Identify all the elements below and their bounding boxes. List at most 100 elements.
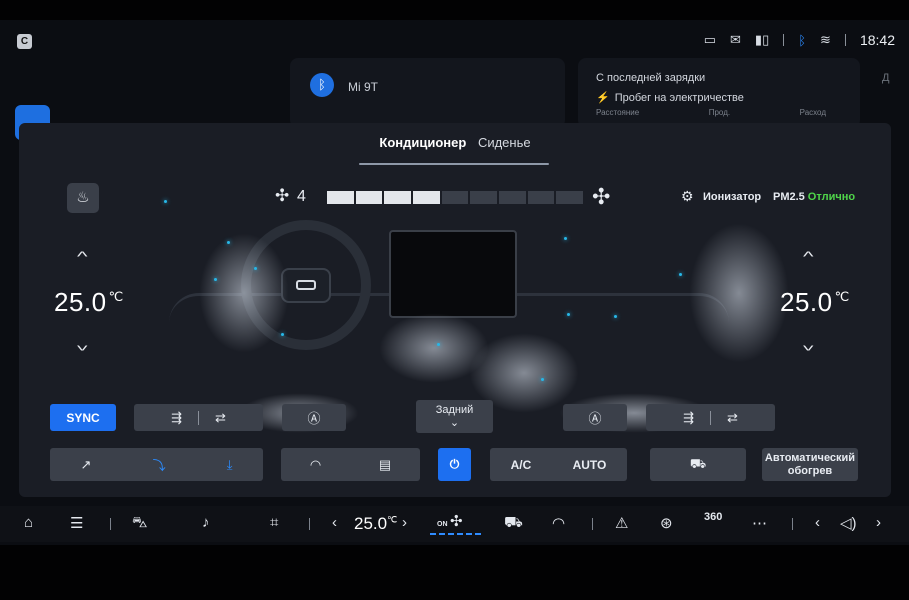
trip-column-label: Расстояние <box>596 108 640 117</box>
pm25-status: Отлично <box>807 191 856 203</box>
front-defrost-icon[interactable]: ◠ <box>310 457 321 473</box>
airflow-body-icon[interactable]: ⤵ <box>153 455 166 474</box>
vent-swing-icon: ⇄ <box>727 409 738 425</box>
car-recirculation-icon[interactable]: ⛟ <box>504 514 523 533</box>
vent-face-icon: ⇶ <box>171 409 182 425</box>
more-apps-icon[interactable]: ⋯ <box>752 514 767 532</box>
right-temp-up-icon[interactable]: ^ <box>803 248 814 264</box>
status-divider <box>783 34 785 46</box>
apps-icon[interactable]: ☰ <box>70 514 83 532</box>
left-temp-up-icon[interactable]: ^ <box>77 248 88 264</box>
trip-column-label: Прод. <box>708 108 731 117</box>
right-vent-mode-button[interactable]: ⇶ ⇄ <box>646 404 775 431</box>
rear-defrost-icon[interactable]: ▤ <box>379 457 391 473</box>
dock-divider <box>110 518 111 530</box>
fan-on-label: ON <box>437 521 448 528</box>
center-display <box>389 230 517 318</box>
volume-decrease-icon[interactable]: ‹ <box>815 514 820 531</box>
ion-particle <box>164 200 167 203</box>
ion-particle <box>567 313 570 316</box>
bezel-bottom <box>0 545 909 600</box>
message-icon[interactable]: ✉ <box>730 32 741 48</box>
fan-icon[interactable]: ✣ <box>450 512 463 530</box>
trip-column-label: Расход <box>799 108 826 117</box>
camera-360-icon[interactable]: 360 <box>704 511 722 523</box>
fan-speed-segment[interactable] <box>355 191 383 204</box>
volume-icon[interactable]: ◁) <box>840 514 857 532</box>
ion-particle <box>541 378 544 381</box>
volume-increase-icon[interactable]: › <box>876 514 881 531</box>
dock-divider <box>309 518 310 530</box>
power-button[interactable]: ⏻ <box>438 448 471 481</box>
ion-particle <box>254 267 257 270</box>
left-auto-vent-button[interactable]: Ⓐ <box>282 404 346 431</box>
right-temp-down-icon[interactable]: ^ <box>803 338 814 354</box>
music-icon[interactable]: ♪ <box>202 514 210 531</box>
ion-particle <box>227 241 230 244</box>
pm25-indicator: PM2.5 Отлично <box>773 191 855 203</box>
right-temperature: 25.0 ℃ <box>780 287 850 317</box>
wifi-off-icon: ≋ <box>820 32 831 47</box>
dock-temperature: 25.0℃ <box>354 514 398 533</box>
ionizer-icon[interactable]: ⚙ <box>681 188 694 205</box>
rear-climate-button[interactable]: Задний ⌄ <box>416 400 493 433</box>
heated-steering-wheel-button[interactable]: ♨ <box>67 183 99 213</box>
fan-speed-segment[interactable] <box>527 191 555 204</box>
fan-speed-segment[interactable] <box>499 191 526 204</box>
clock: 18:42 <box>859 32 895 48</box>
hazard-icon[interactable]: ⚠ <box>615 514 628 532</box>
tab-seat[interactable]: Сиденье <box>478 135 531 156</box>
tab-air-conditioner[interactable]: Кондиционер <box>379 135 466 156</box>
left-temp-down-icon[interactable]: ^ <box>77 338 88 354</box>
airflow-face-icon[interactable]: ↗ <box>81 457 92 473</box>
home-icon[interactable]: ⌂ <box>24 514 33 531</box>
front-defrost-icon[interactable]: ◠ <box>552 514 565 532</box>
fan-speed-segment[interactable] <box>470 191 498 204</box>
ac-auto-group: A/C AUTO <box>490 448 627 481</box>
trip-columns: Расстояние Прод. Расход <box>596 108 826 117</box>
auto-heating-button[interactable]: Автоматический обогрев <box>762 448 858 481</box>
tab-underline <box>359 163 549 165</box>
right-auto-vent-button[interactable]: Ⓐ <box>563 404 627 431</box>
app-badge-icon[interactable]: C <box>17 34 32 49</box>
climate-panel: Кондиционер Сиденье ♨ ✣ 4 ✣ ⚙ Ионизатор … <box>19 123 891 497</box>
status-bar: C ▭ ✉ ▮▯ ᛒ ≋ 18:42 <box>0 30 909 56</box>
ion-particle <box>281 333 284 336</box>
ion-particle <box>679 273 682 276</box>
temp-decrease-icon[interactable]: ‹ <box>332 514 337 531</box>
fan-active-indicator <box>430 533 484 535</box>
trip-subtitle: ⚡ Пробег на электричестве <box>596 92 744 104</box>
auto-button[interactable]: AUTO <box>573 458 607 472</box>
sync-button[interactable]: SYNC <box>50 404 116 431</box>
auto-vent-icon: Ⓐ <box>588 411 602 426</box>
left-vent-mode-button[interactable]: ⇶ ⇄ <box>134 404 263 431</box>
pm25-label: PM2.5 <box>773 191 805 203</box>
fan-large-icon[interactable]: ✣ <box>592 184 610 210</box>
battery-icon: ▮▯ <box>754 32 770 47</box>
fan-speed-segment[interactable] <box>413 191 440 204</box>
fan-speed-slider[interactable] <box>327 191 584 204</box>
vehicle-icon[interactable]: ⛍ <box>132 514 147 533</box>
ion-particle <box>614 315 617 318</box>
ionizer-label[interactable]: Ионизатор <box>703 191 761 203</box>
fan-speed-segment[interactable] <box>327 191 354 204</box>
grid-settings-icon[interactable]: ⌗ <box>270 514 278 531</box>
vent-swing-icon: ⇄ <box>215 409 226 425</box>
climate-tabs: Кондиционер Сиденье <box>19 135 891 156</box>
recirculation-button[interactable]: ⛟ <box>650 448 746 481</box>
fan-speed-segment[interactable] <box>384 191 412 204</box>
airflow-feet-icon[interactable]: ⤓ <box>227 457 233 473</box>
bluetooth-icon[interactable]: ᛒ <box>798 33 806 48</box>
defrost-group: ◠ ▤ <box>281 448 420 481</box>
steering-icon[interactable]: ⊛ <box>660 514 673 532</box>
bluetooth-card[interactable] <box>290 58 565 128</box>
ac-button[interactable]: A/C <box>511 458 532 472</box>
dashcam-icon[interactable]: ▭ <box>704 32 716 48</box>
status-divider <box>844 34 846 46</box>
fan-speed-segment[interactable] <box>556 191 584 204</box>
bezel-top <box>0 0 909 20</box>
temp-increase-icon[interactable]: › <box>402 514 407 531</box>
trip-title: С последней зарядки <box>596 72 706 84</box>
fan-speed-segment[interactable] <box>441 191 469 204</box>
fan-small-icon[interactable]: ✣ <box>275 186 289 206</box>
